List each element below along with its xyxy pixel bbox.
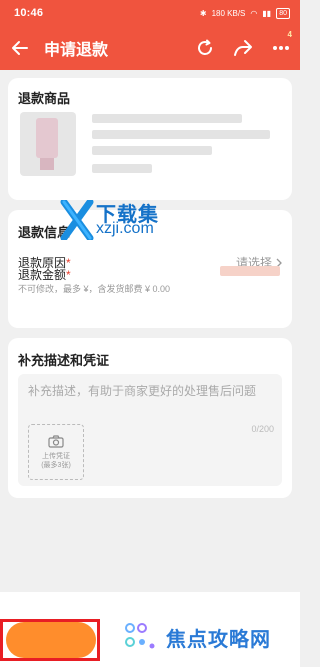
net-speed: 180 KB/S <box>211 8 246 18</box>
refund-amount-label: 退款金额 <box>18 268 67 282</box>
upload-evidence-button[interactable]: 上传凭证 (最多3张) <box>28 424 84 480</box>
wifi-icon: ◠ <box>250 8 258 18</box>
description-placeholder: 补充描述，有助于商家更好的处理售后问题 <box>28 384 257 398</box>
description-textarea[interactable]: 补充描述，有助于商家更好的处理售后问题 0/200 上传凭证 (最多3张) <box>18 374 282 486</box>
product-card-title: 退款商品 <box>18 91 71 106</box>
product-name-blurred <box>92 114 242 123</box>
highlight-box <box>0 619 100 661</box>
status-time: 10:46 <box>14 7 44 19</box>
upload-limit: (最多3张) <box>41 461 71 469</box>
product-price-blurred <box>92 146 212 155</box>
share-icon <box>234 40 252 56</box>
refund-product-card: 退款商品 <box>8 78 292 200</box>
watermark-dots-icon <box>125 623 155 649</box>
description-card: 补充描述和凭证 补充描述，有助于商家更好的处理售后问题 0/200 上传凭证 (… <box>8 338 292 498</box>
battery-icon: 80 <box>276 7 290 19</box>
more-button[interactable]: 4 <box>262 26 300 70</box>
product-thumbnail[interactable] <box>20 112 76 176</box>
page-title: 申请退款 <box>44 42 109 59</box>
camera-icon <box>48 434 64 448</box>
character-counter: 0/200 <box>251 424 274 434</box>
bluetooth-icon: ✱ <box>199 8 207 18</box>
refund-info-card: 退款信息 退款原因 * 请选择 退款金额 * 不可修改，最多 ¥，含发货邮费 ¥… <box>8 210 292 328</box>
app-bar: 申请退款 4 <box>0 26 300 70</box>
status-bar: 10:46 ✱ 180 KB/S ◠ ▮▮ 80 <box>0 0 300 26</box>
status-icons: ✱ 180 KB/S ◠ ▮▮ 80 <box>199 7 290 19</box>
upload-label: 上传凭证 <box>42 452 70 460</box>
watermark-brand-text: 焦点攻略网 <box>166 628 271 651</box>
refresh-icon <box>198 39 212 55</box>
more-dots-icon <box>273 46 289 50</box>
product-qty-blurred <box>92 164 152 173</box>
refund-amount-note: 不可修改，最多 ¥，含发货邮费 ¥ 0.00 <box>18 284 171 294</box>
refund-amount-value-blurred <box>220 266 280 276</box>
notification-badge: 4 <box>287 30 292 39</box>
refresh-button[interactable] <box>186 26 224 70</box>
back-button[interactable] <box>0 26 40 70</box>
signal-icon: ▮▮ <box>262 8 272 18</box>
watermark-brand-2: 焦点攻略网 <box>124 622 271 652</box>
bottom-bar: 焦点攻略网 <box>0 592 300 667</box>
back-arrow-icon <box>12 41 28 55</box>
refund-info-title: 退款信息 <box>18 225 71 240</box>
required-mark: * <box>66 267 71 282</box>
description-title: 补充描述和凭证 <box>18 353 110 368</box>
share-button[interactable] <box>224 26 262 70</box>
product-spec-blurred <box>92 130 270 139</box>
